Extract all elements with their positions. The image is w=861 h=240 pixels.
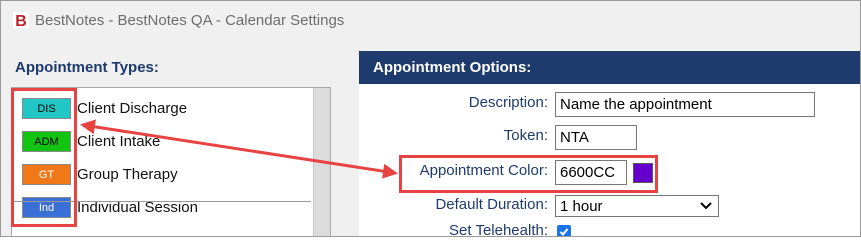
calendar-settings-window: B BestNotes - BestNotes QA - Calendar Se… <box>0 0 861 237</box>
annotation-arrow <box>80 119 398 179</box>
